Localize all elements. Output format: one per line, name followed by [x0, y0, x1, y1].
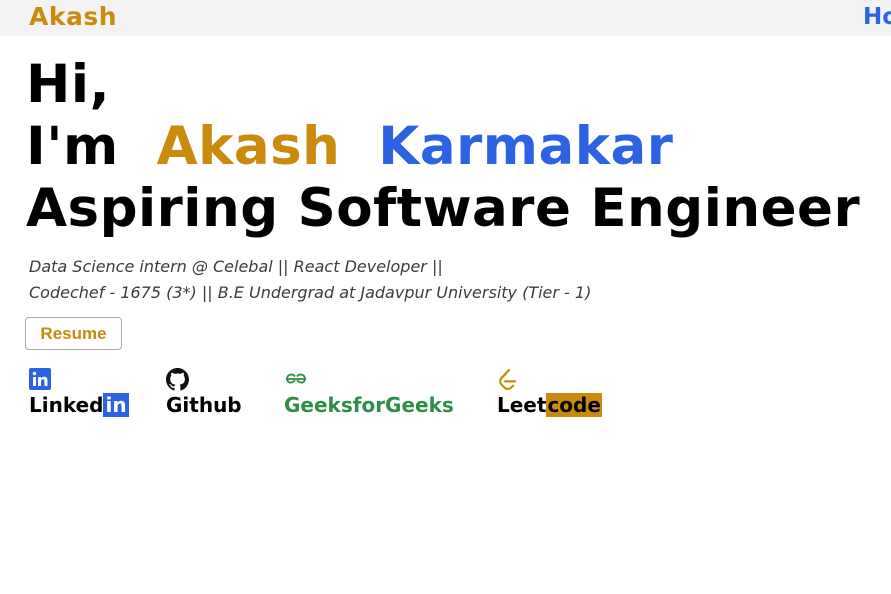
leetcode-icon — [497, 368, 602, 391]
last-name: Karmakar — [378, 116, 674, 177]
geeksforgeeks-link[interactable]: GeeksforGeeks — [284, 368, 454, 418]
nav-link-home[interactable]: Ho — [863, 1, 891, 33]
resume-button[interactable]: Resume — [25, 317, 122, 350]
linkedin-in-box: in — [103, 393, 129, 417]
brand-logo[interactable]: Akash — [29, 1, 117, 33]
description-line-1: Data Science intern @ Celebal || React D… — [29, 257, 443, 276]
geeksforgeeks-icon — [284, 368, 454, 390]
linkedin-link[interactable]: Linked in — [29, 368, 129, 418]
name-line: I'm Akash Karmakar — [26, 116, 860, 178]
linkedin-label: Linked in — [29, 393, 129, 417]
leetcode-label: Leetcode — [497, 393, 602, 417]
im-text: I'm — [26, 116, 119, 177]
greeting: Hi, — [26, 54, 111, 115]
description-line-2: Codechef - 1675 (3*) || B.E Undergrad at… — [29, 283, 592, 302]
first-name: Akash — [156, 116, 341, 177]
github-icon — [166, 368, 242, 391]
role-title: Aspiring Software Engineer — [26, 178, 861, 239]
hero-heading: Hi, I'm Akash Karmakar Aspiring Software… — [26, 54, 860, 240]
geeksforgeeks-label: GeeksforGeeks — [284, 393, 454, 417]
navbar: Akash Ho — [0, 0, 891, 36]
leetcode-code-box: code — [546, 393, 602, 417]
description: Data Science intern @ Celebal || React D… — [29, 254, 591, 306]
leetcode-link[interactable]: Leetcode — [497, 368, 602, 418]
linkedin-icon — [29, 368, 129, 390]
github-label: Github — [166, 393, 242, 417]
github-link[interactable]: Github — [166, 368, 242, 418]
